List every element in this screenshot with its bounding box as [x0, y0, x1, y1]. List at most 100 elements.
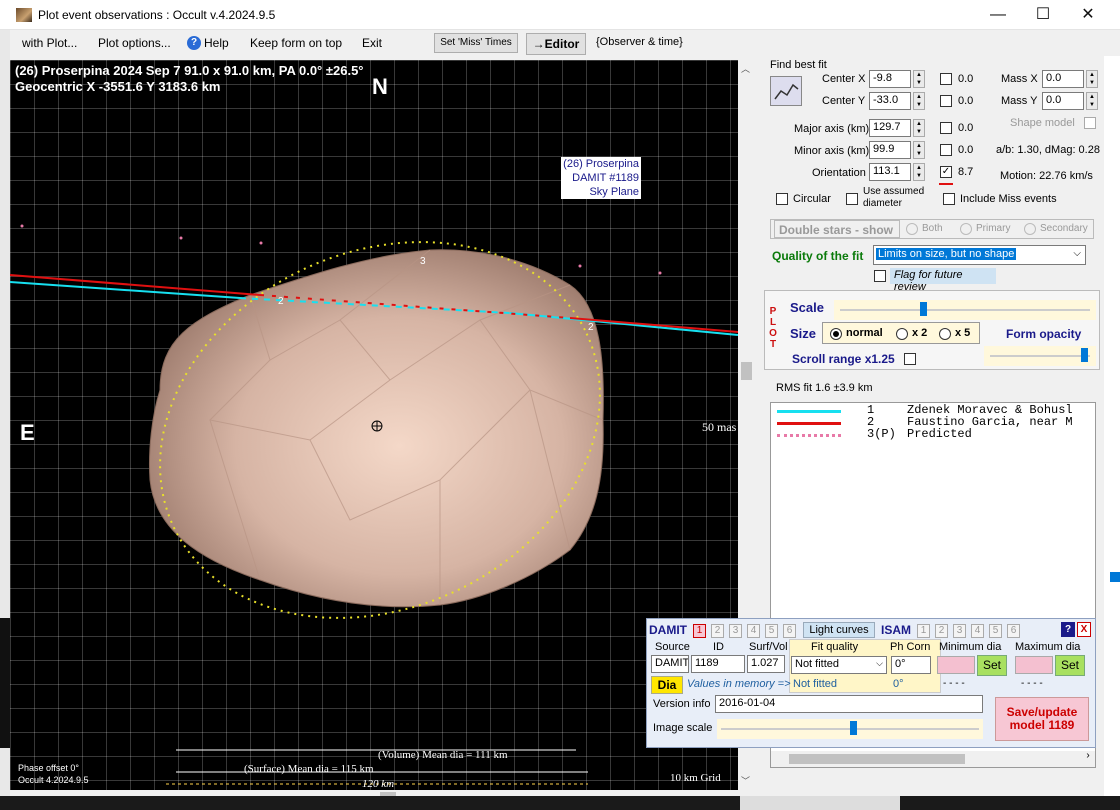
both-radio[interactable] — [906, 223, 918, 235]
isam_tabs-tab-6[interactable]: 6 — [1007, 624, 1020, 638]
maximize-button[interactable]: ☐ — [1021, 2, 1065, 28]
isam_tabs-tab-2[interactable]: 2 — [935, 624, 948, 638]
legend-number: 3(P) — [867, 427, 896, 441]
major-axis-field[interactable]: 129.7 — [869, 119, 911, 137]
quality-dropdown[interactable]: Limits on size, but no shape ⌵ — [873, 245, 1086, 265]
light-curves-button[interactable]: Light curves — [803, 622, 875, 638]
secondary-radio[interactable] — [1024, 223, 1036, 235]
major-axis-spinner[interactable]: ▲ ▼ — [913, 119, 925, 137]
image-scale-thumb[interactable] — [850, 721, 857, 735]
set-miss-times-button[interactable]: Set 'Miss' Times — [434, 33, 518, 53]
occult-version: Occult 4.2024.9.5 — [18, 775, 89, 785]
tabs-tab-6[interactable]: 6 — [783, 624, 796, 638]
center-x-uncert: 0.0 — [958, 73, 974, 85]
damit-close-button[interactable]: X — [1077, 622, 1091, 637]
scale-50mas-label: 50 mas — [702, 420, 737, 434]
dia-button[interactable]: Dia — [651, 676, 683, 694]
fix-minor-checkbox[interactable] — [940, 144, 952, 156]
tabs-tab-1[interactable]: 1 — [693, 624, 706, 638]
source-label: Source — [655, 641, 690, 653]
menu-keep-on-top[interactable]: Keep form on top — [250, 36, 342, 50]
ph-corr-field[interactable]: 0° — [891, 656, 931, 674]
fit-quality-dropdown[interactable]: Not fitted ⌵ — [791, 656, 887, 674]
best-fit-button[interactable] — [770, 76, 802, 106]
orientation-field[interactable]: 113.1 — [869, 163, 911, 181]
max-dia-field[interactable] — [1015, 656, 1053, 674]
center-x-spinner[interactable]: ▲ ▼ — [913, 70, 925, 88]
opacity-slider[interactable] — [984, 346, 1096, 366]
menu-exit[interactable]: Exit — [362, 36, 382, 50]
mass-x-spinner[interactable]: ▲ ▼ — [1086, 70, 1098, 88]
plot-vertical-label: P L O T — [769, 306, 777, 350]
scroll-down-arrow: ﹀ — [741, 776, 751, 786]
center-y-field[interactable]: -33.0 — [869, 92, 911, 110]
tabs-tab-5[interactable]: 5 — [765, 624, 778, 638]
max-dia-label: Maximum dia — [1015, 641, 1081, 653]
fix-major-checkbox[interactable] — [940, 122, 952, 134]
primary-radio[interactable] — [960, 223, 972, 235]
x5-radio[interactable] — [939, 328, 951, 340]
fix-center-y-checkbox[interactable] — [940, 95, 952, 107]
isam_tabs-tab-3[interactable]: 3 — [953, 624, 966, 638]
menu-help[interactable]: Help — [204, 36, 229, 50]
shape-model-checkbox[interactable] — [1084, 117, 1096, 129]
orientation-spinner[interactable]: ▲ ▼ — [913, 163, 925, 181]
isam_tabs-tab-1[interactable]: 1 — [917, 624, 930, 638]
observer-time-menu[interactable]: {Observer & time} — [596, 36, 683, 48]
use-assumed-checkbox[interactable] — [846, 193, 858, 205]
fix-orientation-checkbox[interactable]: ✓ — [940, 166, 952, 178]
menu-with-plot[interactable]: with Plot... — [22, 36, 77, 50]
use-assumed-label: Use assumed diameter — [863, 186, 925, 209]
legend-hscroll-thumb[interactable] — [789, 754, 965, 764]
normal-radio[interactable] — [830, 328, 842, 340]
minimize-button[interactable]: — — [976, 2, 1020, 28]
version-info-field[interactable]: 2016-01-04 — [715, 695, 983, 713]
fix-center-x-checkbox[interactable] — [940, 73, 952, 85]
circular-checkbox[interactable] — [776, 193, 788, 205]
min-dia-field[interactable] — [937, 656, 975, 674]
legend-hscroll[interactable]: › — [771, 751, 1095, 767]
isam_tabs-tab-4[interactable]: 4 — [971, 624, 984, 638]
mass-y-label: Mass Y — [1001, 95, 1038, 107]
menu-plot-options[interactable]: Plot options... — [98, 36, 171, 50]
x2-radio[interactable] — [896, 328, 908, 340]
tabs-tab-2[interactable]: 2 — [711, 624, 724, 638]
minor-axis-spinner[interactable]: ▲ ▼ — [913, 141, 925, 159]
plot-title-line1: (26) Proserpina 2024 Sep 7 91.0 x 91.0 k… — [15, 63, 364, 78]
opacity-slider-thumb[interactable] — [1081, 348, 1089, 362]
scale-slider[interactable] — [834, 300, 1096, 320]
min-dia-set-button[interactable]: Set — [977, 655, 1007, 676]
scroll-thumb[interactable] — [741, 362, 752, 380]
flag-review-checkbox[interactable] — [874, 270, 886, 282]
source-field[interactable]: DAMIT — [651, 655, 689, 673]
tabs-tab-4[interactable]: 4 — [747, 624, 760, 638]
object-label-box: (26) Proserpina DAMIT #1189 Sky Plane — [561, 157, 641, 199]
plot-area[interactable]: (26) Proserpina 2024 Sep 7 91.0 x 91.0 k… — [10, 60, 738, 790]
predicted-dot — [578, 264, 582, 268]
mass-y-spinner[interactable]: ▲ ▼ — [1086, 92, 1098, 110]
scroll-range-checkbox[interactable] — [904, 353, 916, 365]
isam_tabs-tab-5[interactable]: 5 — [989, 624, 1002, 638]
scale-slider-thumb[interactable] — [920, 302, 927, 316]
title-bar: Plot event observations : Occult v.4.202… — [0, 0, 1120, 30]
image-scale-slider[interactable] — [717, 719, 983, 739]
predicted-dot — [179, 236, 183, 240]
surf-vol-field[interactable]: 1.027 — [747, 655, 785, 673]
scroll-range-label: Scroll range x1.25 — [792, 352, 895, 366]
minor-axis-field[interactable]: 99.9 — [869, 141, 911, 159]
max-dia-set-button[interactable]: Set — [1055, 655, 1085, 676]
id-field[interactable]: 1189 — [691, 655, 745, 673]
include-miss-checkbox[interactable] — [943, 193, 955, 205]
mass-y-field[interactable]: 0.0 — [1042, 92, 1084, 110]
legend-swatch — [777, 422, 841, 425]
close-button[interactable]: ✕ — [1066, 2, 1110, 28]
mass-x-field[interactable]: 0.0 — [1042, 70, 1084, 88]
center-x-field[interactable]: -9.8 — [869, 70, 911, 88]
scroll-up-arrow: ︿ — [741, 64, 751, 74]
center-y-spinner[interactable]: ▲ ▼ — [913, 92, 925, 110]
damit-help-button[interactable]: ? — [1061, 622, 1075, 637]
circular-label: Circular — [793, 193, 831, 205]
save-update-model-button[interactable]: Save/update model 1189 — [995, 697, 1089, 741]
tabs-tab-3[interactable]: 3 — [729, 624, 742, 638]
editor-button[interactable]: →Editor — [526, 33, 586, 55]
